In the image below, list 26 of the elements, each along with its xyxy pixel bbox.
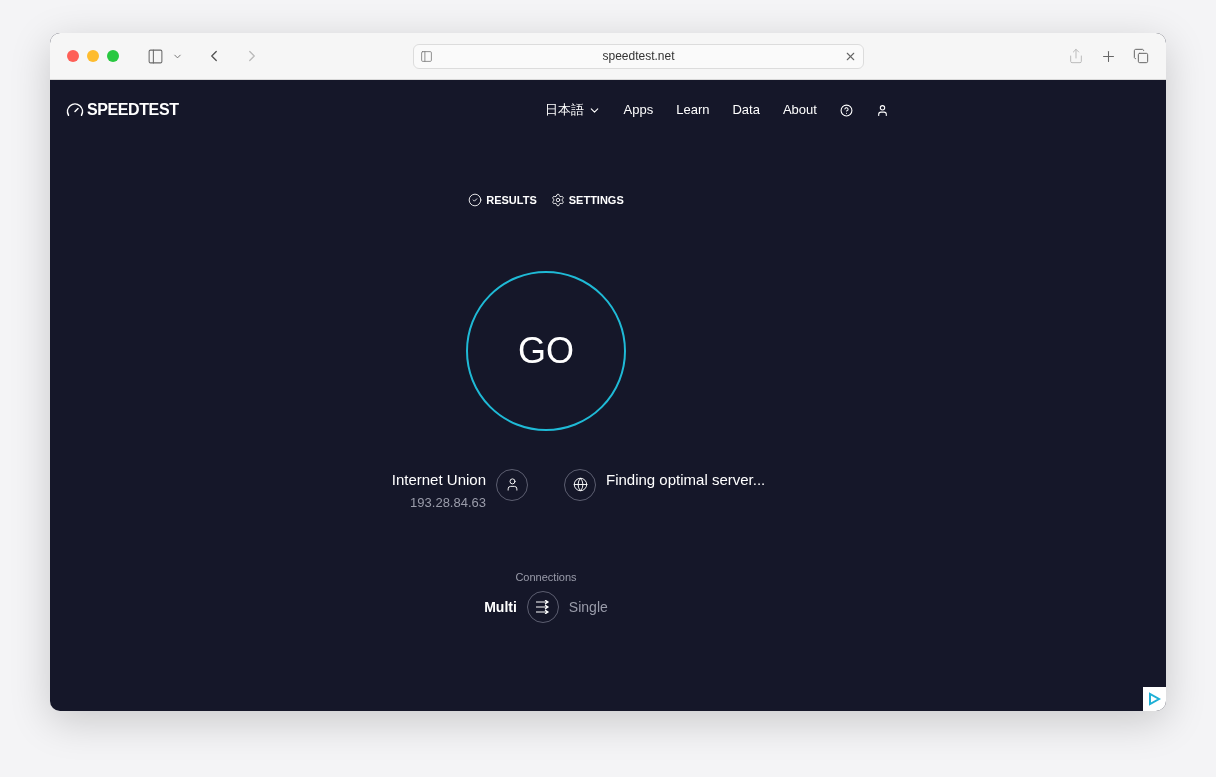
nav-link[interactable]: Apps (623, 100, 654, 120)
tool-tab[interactable]: SETTINGS (550, 192, 624, 209)
language-menu[interactable]: 日本語 (544, 100, 601, 120)
ad-choices-icon[interactable] (1143, 687, 1166, 711)
help-icon[interactable] (839, 103, 853, 117)
nav-link[interactable]: About (782, 100, 817, 120)
user-icon[interactable] (875, 103, 889, 117)
gauge-icon (66, 101, 84, 119)
url-text: speedtest.net (601, 48, 676, 65)
connection-option[interactable]: Single (568, 596, 608, 618)
server-status: Finding optimal server... (606, 469, 766, 490)
speedtest-logo[interactable]: SPEEDTEST (87, 98, 179, 122)
page-icon (420, 49, 433, 63)
sidebar-icon[interactable] (147, 47, 164, 65)
tabs-icon[interactable] (1133, 48, 1149, 64)
ip-address: 193.28.84.63 (410, 494, 486, 512)
nav-link[interactable]: Data (732, 100, 760, 120)
check-circle-icon (468, 193, 483, 208)
go-button[interactable]: GO (466, 270, 626, 431)
nav-link[interactable]: Learn (676, 100, 710, 120)
address-bar[interactable]: speedtest.net (413, 43, 864, 69)
connection-option[interactable]: Multi (484, 596, 517, 618)
settings-icon (550, 193, 565, 208)
provider-name: Internet Union (391, 469, 486, 490)
tool-tab[interactable]: RESULTS (468, 192, 537, 209)
connections-label: Connections (515, 569, 577, 585)
